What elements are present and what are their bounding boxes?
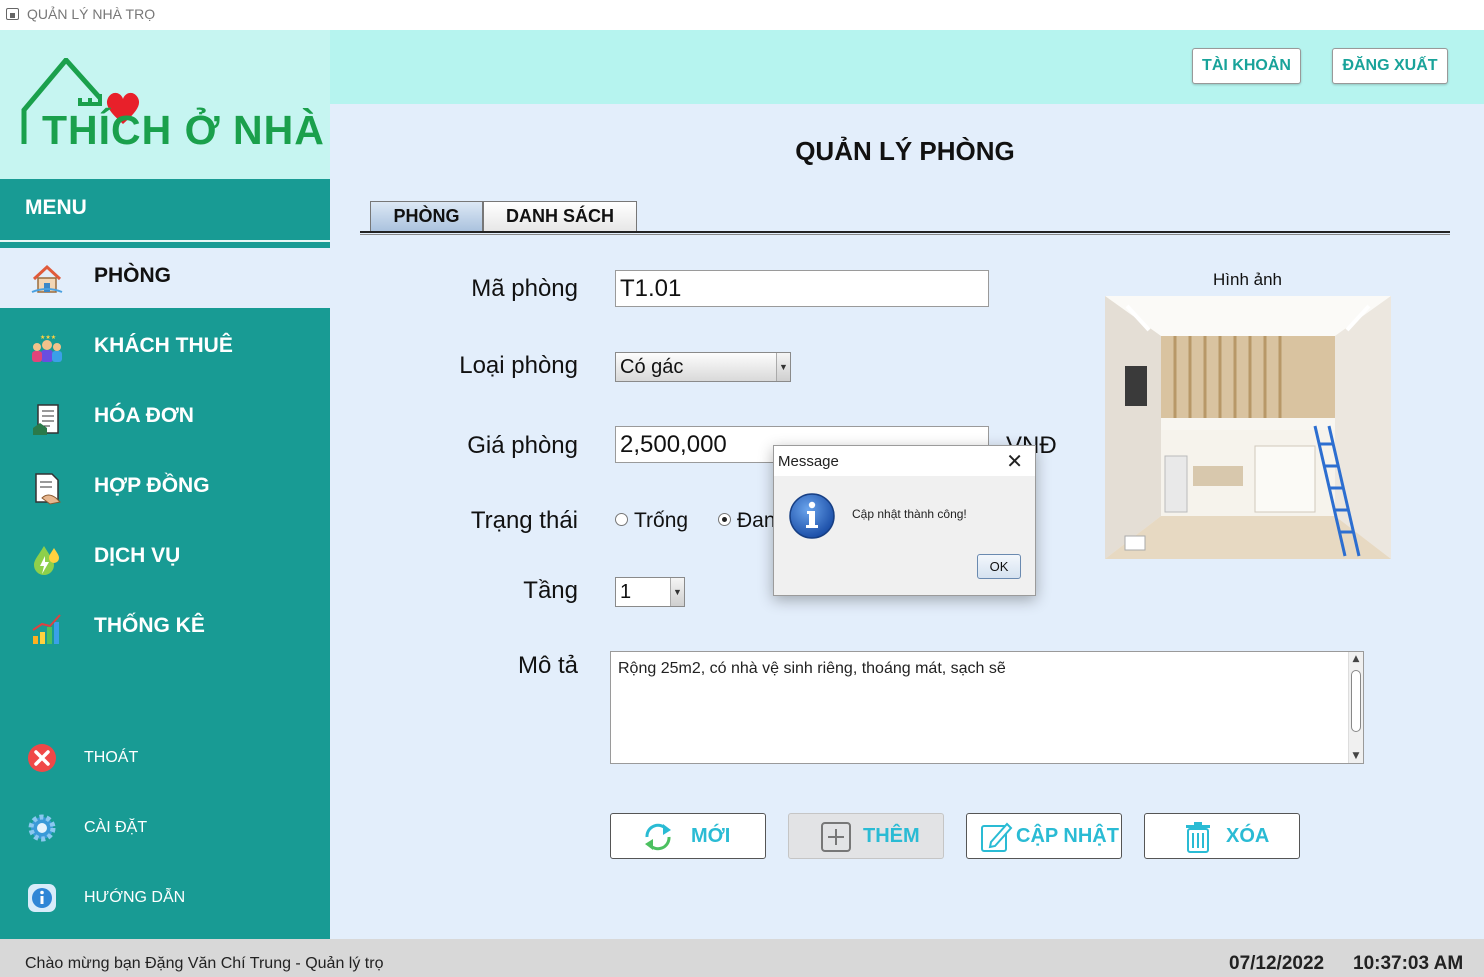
service-icon	[34, 546, 59, 575]
window-title-bar: QUẢN LÝ NHÀ TRỌ	[0, 0, 1484, 30]
room-type-label: Loại phòng	[459, 352, 578, 379]
scroll-down-icon[interactable]: ▼	[1349, 749, 1363, 763]
logo-area: THÍCH Ở NHÀ	[0, 30, 330, 179]
refresh-icon	[645, 823, 671, 851]
account-button[interactable]: TÀI KHOẢN	[1192, 48, 1301, 84]
delete-button[interactable]: XÓA	[1144, 813, 1300, 859]
status-radio-dang[interactable]: Đan	[718, 509, 776, 533]
radio-circle	[615, 513, 628, 526]
room-type-select[interactable]: Có gác ▼	[615, 352, 791, 382]
vertical-scrollbar[interactable]: ▲ ▼	[1348, 652, 1363, 763]
status-label: Trạng thái	[470, 507, 578, 534]
sidebar-item-khach-thue[interactable]: ★★★ KHÁCH THUÊ	[0, 318, 330, 378]
exit-icon	[28, 744, 56, 772]
scroll-thumb[interactable]	[1351, 670, 1361, 732]
help-button[interactable]: HƯỚNG DẪN	[0, 873, 330, 923]
trash-icon	[1186, 822, 1210, 853]
tab-divider	[360, 231, 1450, 235]
sidebar-item-hop-dong[interactable]: HỢP ĐỒNG	[0, 458, 330, 518]
room-code-input[interactable]: T1.01	[615, 270, 989, 307]
add-button[interactable]: THÊM	[788, 813, 944, 859]
app-icon	[6, 8, 19, 20]
dialog-title-bar: Message ✕	[774, 446, 1035, 476]
sidebar: THÍCH Ở NHÀ MENU PHÒNG ★★★ KHÁCH THUÊ HÓ…	[0, 30, 330, 939]
statistics-icon	[32, 614, 61, 644]
description-textarea[interactable]: Rộng 25m2, có nhà vệ sinh riêng, thoáng …	[610, 651, 1364, 764]
dialog-title: Message	[778, 453, 839, 470]
settings-label: CÀI ĐẶT	[84, 819, 148, 836]
room-photo	[1105, 296, 1391, 559]
room-code-label: Mã phòng	[471, 275, 578, 302]
info-icon	[789, 493, 835, 539]
exit-label: THOÁT	[84, 749, 139, 766]
exit-button[interactable]: THOÁT	[0, 733, 330, 783]
date-display: 07/12/2022	[1229, 953, 1325, 974]
radio-label: Đan	[737, 509, 776, 532]
sidebar-item-label: KHÁCH THUÊ	[94, 334, 233, 357]
time-display: 10:37:03 AM	[1353, 953, 1464, 974]
people-icon: ★★★	[32, 334, 62, 362]
sidebar-item-label: THỐNG KÊ	[94, 614, 205, 637]
sidebar-item-phong[interactable]: PHÒNG	[0, 248, 330, 308]
sidebar-item-hoa-don[interactable]: HÓA ĐƠN	[0, 388, 330, 448]
contract-icon	[35, 473, 62, 505]
menu-label: MENU	[25, 196, 87, 219]
sidebar-item-dich-vu[interactable]: DỊCH VỤ	[0, 528, 330, 588]
header: TÀI KHOẢN ĐĂNG XUẤT	[330, 30, 1484, 104]
svg-text:★★★: ★★★	[40, 334, 56, 341]
radio-label: Trống	[634, 509, 689, 532]
info-icon	[28, 884, 56, 912]
edit-icon	[981, 822, 1013, 852]
home-icon	[31, 264, 63, 293]
settings-icon	[28, 814, 56, 842]
window-title: QUẢN LÝ NHÀ TRỌ	[27, 6, 156, 22]
price-label: Giá phòng	[467, 432, 578, 459]
new-button[interactable]: MỚI	[610, 813, 766, 859]
add-label: THÊM	[863, 825, 920, 847]
add-icon	[821, 822, 851, 852]
status-bar: Chào mừng bạn Đặng Văn Chí Trung - Quản …	[0, 939, 1484, 977]
message-dialog: Message ✕ Cập nhật thành công! OK	[773, 445, 1036, 596]
page-title: QUẢN LÝ PHÒNG	[795, 136, 1015, 166]
tab-phong[interactable]: PHÒNG	[370, 201, 483, 232]
sidebar-item-label: DỊCH VỤ	[94, 544, 181, 567]
description-text: Rộng 25m2, có nhà vệ sinh riêng, thoáng …	[618, 660, 1006, 677]
status-radio-trong[interactable]: Trống	[615, 509, 688, 533]
sidebar-item-thong-ke[interactable]: THỐNG KÊ	[0, 598, 330, 658]
logo-text: THÍCH Ở NHÀ	[42, 107, 325, 153]
image-label: Hình ảnh	[1213, 270, 1282, 289]
delete-label: XÓA	[1226, 825, 1270, 847]
dialog-message: Cập nhật thành công!	[852, 507, 967, 521]
sidebar-item-label: HÓA ĐƠN	[94, 404, 194, 427]
chevron-down-icon[interactable]: ▼	[670, 578, 684, 606]
menu-divider	[0, 240, 330, 242]
sidebar-item-label: PHÒNG	[94, 264, 172, 287]
room-image	[1105, 296, 1391, 559]
update-label: CẬP NHẬT	[1016, 825, 1119, 847]
floor-value: 1	[620, 581, 632, 603]
scroll-up-icon[interactable]: ▲	[1349, 652, 1363, 666]
settings-button[interactable]: CÀI ĐẶT	[0, 803, 330, 853]
sidebar-item-label: HỢP ĐỒNG	[94, 474, 210, 497]
help-label: HƯỚNG DẪN	[84, 889, 186, 906]
update-button[interactable]: CẬP NHẬT	[966, 813, 1122, 859]
tab-danh-sach[interactable]: DANH SÁCH	[483, 201, 637, 232]
logout-button[interactable]: ĐĂNG XUẤT	[1332, 48, 1448, 84]
ok-button[interactable]: OK	[977, 554, 1021, 579]
close-icon[interactable]: ✕	[1006, 449, 1023, 473]
welcome-text: Chào mừng bạn Đặng Văn Chí Trung - Quản …	[25, 955, 384, 972]
room-type-value: Có gác	[620, 356, 684, 378]
floor-label: Tầng	[523, 577, 578, 604]
invoice-icon	[33, 404, 59, 435]
description-label: Mô tả	[517, 652, 578, 679]
new-label: MỚI	[691, 825, 731, 847]
floor-spinner[interactable]: 1 ▼	[615, 577, 685, 607]
radio-circle	[718, 513, 731, 526]
chevron-down-icon[interactable]: ▼	[776, 353, 790, 381]
